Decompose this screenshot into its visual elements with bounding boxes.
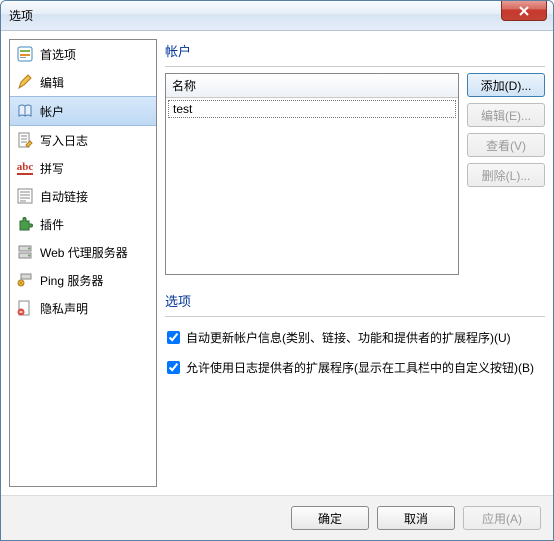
close-button[interactable]: [501, 1, 547, 21]
sidebar-item-label: 写入日志: [40, 132, 88, 149]
privacy-icon: [16, 299, 34, 317]
content-area: 首选项 编辑 帐户 写入日志: [1, 31, 553, 495]
table-header-name[interactable]: 名称: [166, 74, 458, 98]
ping-icon: [16, 271, 34, 289]
sidebar-item-label: 隐私声明: [40, 300, 88, 317]
checkbox-auto-update-input[interactable]: [167, 331, 180, 344]
puzzle-icon: [16, 215, 34, 233]
category-sidebar: 首选项 编辑 帐户 写入日志: [9, 39, 157, 487]
ok-button[interactable]: 确定: [291, 506, 369, 530]
sidebar-item-label: 首选项: [40, 46, 76, 63]
window-title: 选项: [9, 7, 33, 24]
checkbox-auto-update[interactable]: 自动更新帐户信息(类别、链接、功能和提供者的扩展程序)(U): [165, 323, 545, 353]
sidebar-item-label: 帐户: [40, 103, 64, 120]
book-icon: [16, 102, 34, 120]
sidebar-item-spelling[interactable]: abc 拼写: [10, 154, 156, 182]
pencil-icon: [16, 73, 34, 91]
panel-title: 帐户: [165, 39, 545, 67]
options-title: 选项: [165, 289, 545, 317]
sidebar-item-label: 编辑: [40, 74, 64, 91]
add-button[interactable]: 添加(D)...: [467, 73, 545, 97]
accounts-row: 名称 test 添加(D)... 编辑(E)... 查看(V) 删除(L)...: [165, 73, 545, 275]
sidebar-item-label: 自动链接: [40, 188, 88, 205]
sidebar-item-label: 插件: [40, 216, 64, 233]
main-panel: 帐户 名称 test 添加(D)... 编辑(E)... 查看(V) 删除(L)…: [165, 39, 545, 487]
close-icon: [518, 6, 530, 16]
abc-icon: abc: [16, 159, 34, 177]
sidebar-item-preferences[interactable]: 首选项: [10, 40, 156, 68]
server-icon: [16, 243, 34, 261]
delete-button[interactable]: 删除(L)...: [467, 163, 545, 187]
sidebar-item-autolink[interactable]: 自动链接: [10, 182, 156, 210]
apply-button[interactable]: 应用(A): [463, 506, 541, 530]
sidebar-item-webproxy[interactable]: Web 代理服务器: [10, 238, 156, 266]
options-dialog: 选项 首选项 编辑: [0, 0, 554, 541]
sidebar-item-blog[interactable]: 写入日志: [10, 126, 156, 154]
titlebar: 选项: [1, 1, 553, 31]
dialog-footer: 确定 取消 应用(A): [1, 495, 553, 540]
accounts-table: 名称 test: [165, 73, 459, 275]
document-icon: [16, 131, 34, 149]
sidebar-item-accounts[interactable]: 帐户: [10, 96, 156, 126]
checkbox-allow-extensions-input[interactable]: [167, 361, 180, 374]
cancel-button[interactable]: 取消: [377, 506, 455, 530]
checkbox-label: 自动更新帐户信息(类别、链接、功能和提供者的扩展程序)(U): [186, 329, 511, 347]
checkbox-allow-extensions[interactable]: 允许使用日志提供者的扩展程序(显示在工具栏中的自定义按钮)(B): [165, 353, 545, 383]
edit-button[interactable]: 编辑(E)...: [467, 103, 545, 127]
list-icon: [16, 187, 34, 205]
preferences-icon: [16, 45, 34, 63]
table-row[interactable]: test: [168, 100, 456, 118]
checkbox-label: 允许使用日志提供者的扩展程序(显示在工具栏中的自定义按钮)(B): [186, 359, 534, 377]
options-group: 选项 自动更新帐户信息(类别、链接、功能和提供者的扩展程序)(U) 允许使用日志…: [165, 289, 545, 383]
sidebar-item-pingserver[interactable]: Ping 服务器: [10, 266, 156, 294]
sidebar-item-edit[interactable]: 编辑: [10, 68, 156, 96]
sidebar-item-label: Ping 服务器: [40, 272, 103, 289]
sidebar-item-label: 拼写: [40, 160, 64, 177]
table-body: test: [166, 98, 458, 274]
sidebar-item-label: Web 代理服务器: [40, 244, 128, 261]
sidebar-item-privacy[interactable]: 隐私声明: [10, 294, 156, 322]
sidebar-item-plugins[interactable]: 插件: [10, 210, 156, 238]
table-buttons: 添加(D)... 编辑(E)... 查看(V) 删除(L)...: [467, 73, 545, 275]
view-button[interactable]: 查看(V): [467, 133, 545, 157]
